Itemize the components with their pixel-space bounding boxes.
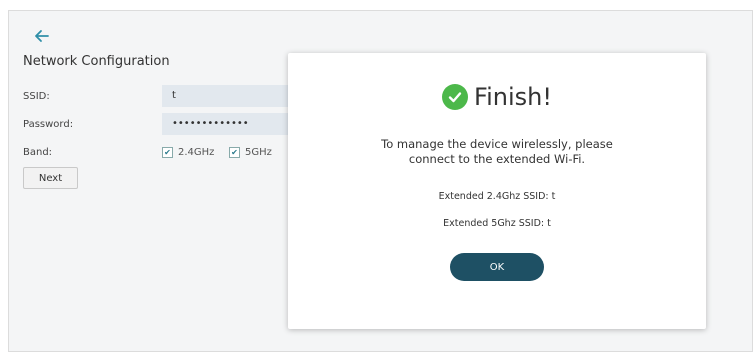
password-input[interactable]: •••••••••••••: [162, 113, 302, 135]
band-2-4ghz-label: 2.4GHz: [178, 147, 215, 158]
check-circle-icon: [442, 84, 469, 110]
finish-dialog: Finish! To manage the device wirelessly,…: [288, 53, 706, 329]
band-5ghz-label: 5GHz: [245, 147, 272, 158]
dialog-message-line2: connect to the extended Wi-Fi.: [408, 152, 586, 166]
page-title: Network Configuration: [23, 54, 170, 69]
checkbox-checked-icon[interactable]: ✔: [229, 147, 240, 158]
dialog-message-line1: To manage the device wirelessly, please: [381, 137, 613, 151]
dialog-header: Finish!: [288, 83, 706, 111]
ssid-label: SSID:: [23, 91, 50, 102]
ok-button[interactable]: OK: [450, 253, 544, 281]
checkbox-checked-icon[interactable]: ✔: [162, 147, 173, 158]
dialog-message: To manage the device wirelessly, please …: [288, 137, 706, 167]
next-button[interactable]: Next: [23, 167, 78, 189]
extended-24ghz-ssid: Extended 2.4Ghz SSID: t: [438, 191, 556, 202]
back-arrow-icon[interactable]: [31, 25, 53, 47]
extended-5ghz-ssid: Extended 5Ghz SSID: t: [443, 218, 551, 229]
password-label: Password:: [23, 119, 74, 130]
ssid-input[interactable]: t: [162, 85, 302, 107]
band-2-4ghz-option[interactable]: ✔ 2.4GHz: [162, 147, 214, 158]
band-5ghz-option[interactable]: ✔ 5GHz: [229, 147, 272, 158]
dialog-title: Finish!: [474, 83, 552, 111]
band-label: Band:: [23, 147, 53, 158]
